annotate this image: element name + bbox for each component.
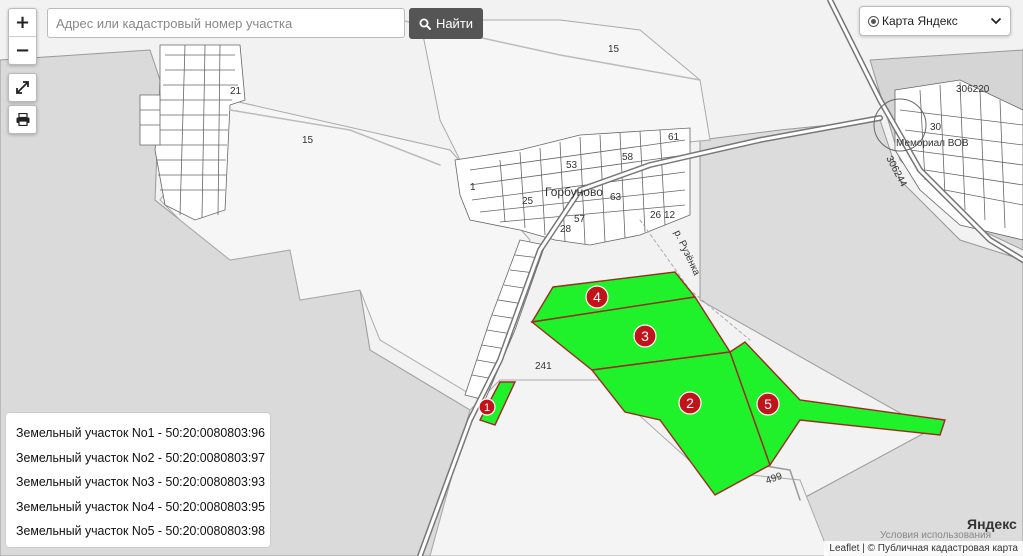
building-number: 21 xyxy=(230,86,242,97)
layer-select[interactable]: Карта Яндекс xyxy=(859,6,1011,36)
marker-1[interactable]: 1 xyxy=(478,398,496,416)
legend-item: Земельный участок No4 - 50:20:0080803:95 xyxy=(16,498,266,514)
zoom-control: + − xyxy=(8,8,37,65)
source-link[interactable]: Публичная кадастровая карта xyxy=(878,543,1018,554)
plots-legend: Земельный участок No1 - 50:20:0080803:96… xyxy=(5,412,271,548)
legend-item: Земельный участок No5 - 50:20:0080803:98 xyxy=(16,523,266,538)
legend-item: Земельный участок No1 - 50:20:0080803:96 xyxy=(16,425,266,440)
terms-link[interactable]: Условия использования xyxy=(880,530,991,541)
marker-2[interactable]: 2 xyxy=(678,391,702,415)
expand-icon xyxy=(16,81,29,94)
marker-4-label: 4 xyxy=(593,289,601,305)
print-control xyxy=(8,105,37,134)
building-number: 1 xyxy=(470,182,476,193)
memorial-label: Мемориал ВОВ xyxy=(896,138,969,149)
road-label-306220: 306220 xyxy=(956,84,990,95)
building-number: 30 xyxy=(930,122,942,133)
zoom-in-button[interactable]: + xyxy=(9,9,36,36)
marker-3-label: 3 xyxy=(641,328,649,344)
building-number: 26 xyxy=(650,210,662,221)
building-number: 28 xyxy=(560,224,572,235)
map-attribution: Leaflet | © Публичная кадастровая карта xyxy=(824,541,1023,556)
building-number: 61 xyxy=(668,132,680,143)
road-label-241: 241 xyxy=(535,361,552,372)
legend-item: Земельный участок No3 - 50:20:0080803:93 xyxy=(16,474,266,489)
chevron-down-icon xyxy=(990,17,1002,25)
building-number: 53 xyxy=(566,160,578,171)
search-icon xyxy=(419,18,431,30)
fullscreen-control xyxy=(8,73,37,102)
marker-1-label: 1 xyxy=(484,402,490,414)
building-number: 63 xyxy=(610,192,622,203)
marker-4[interactable]: 4 xyxy=(585,285,609,309)
building-number: 58 xyxy=(622,152,634,163)
building-number: 57 xyxy=(574,214,586,225)
search-input[interactable] xyxy=(47,8,405,38)
marker-5-label: 5 xyxy=(764,396,772,412)
marker-2-label: 2 xyxy=(686,395,694,411)
place-name-label: Горбуново xyxy=(545,185,603,199)
print-button[interactable] xyxy=(9,106,36,133)
search-button-label: Найти xyxy=(435,16,474,31)
search-button[interactable]: Найти xyxy=(409,8,483,39)
marker-5[interactable]: 5 xyxy=(756,392,780,416)
layer-select-value: Карта Яндекс xyxy=(882,14,958,28)
building-number: 12 xyxy=(664,210,676,221)
attribution-separator: | © xyxy=(862,543,875,554)
zoom-out-button[interactable]: − xyxy=(9,36,36,64)
legend-item: Земельный участок No2 - 50:20:0080803:97 xyxy=(16,449,266,465)
leaflet-link[interactable]: Leaflet xyxy=(829,543,859,554)
printer-icon xyxy=(16,113,29,126)
road-label-15-west: 15 xyxy=(302,135,314,146)
fullscreen-button[interactable] xyxy=(9,74,36,101)
road-label-15-north: 15 xyxy=(608,44,620,55)
radio-icon xyxy=(868,15,879,27)
building-number: 25 xyxy=(522,196,534,207)
marker-3[interactable]: 3 xyxy=(633,324,657,348)
